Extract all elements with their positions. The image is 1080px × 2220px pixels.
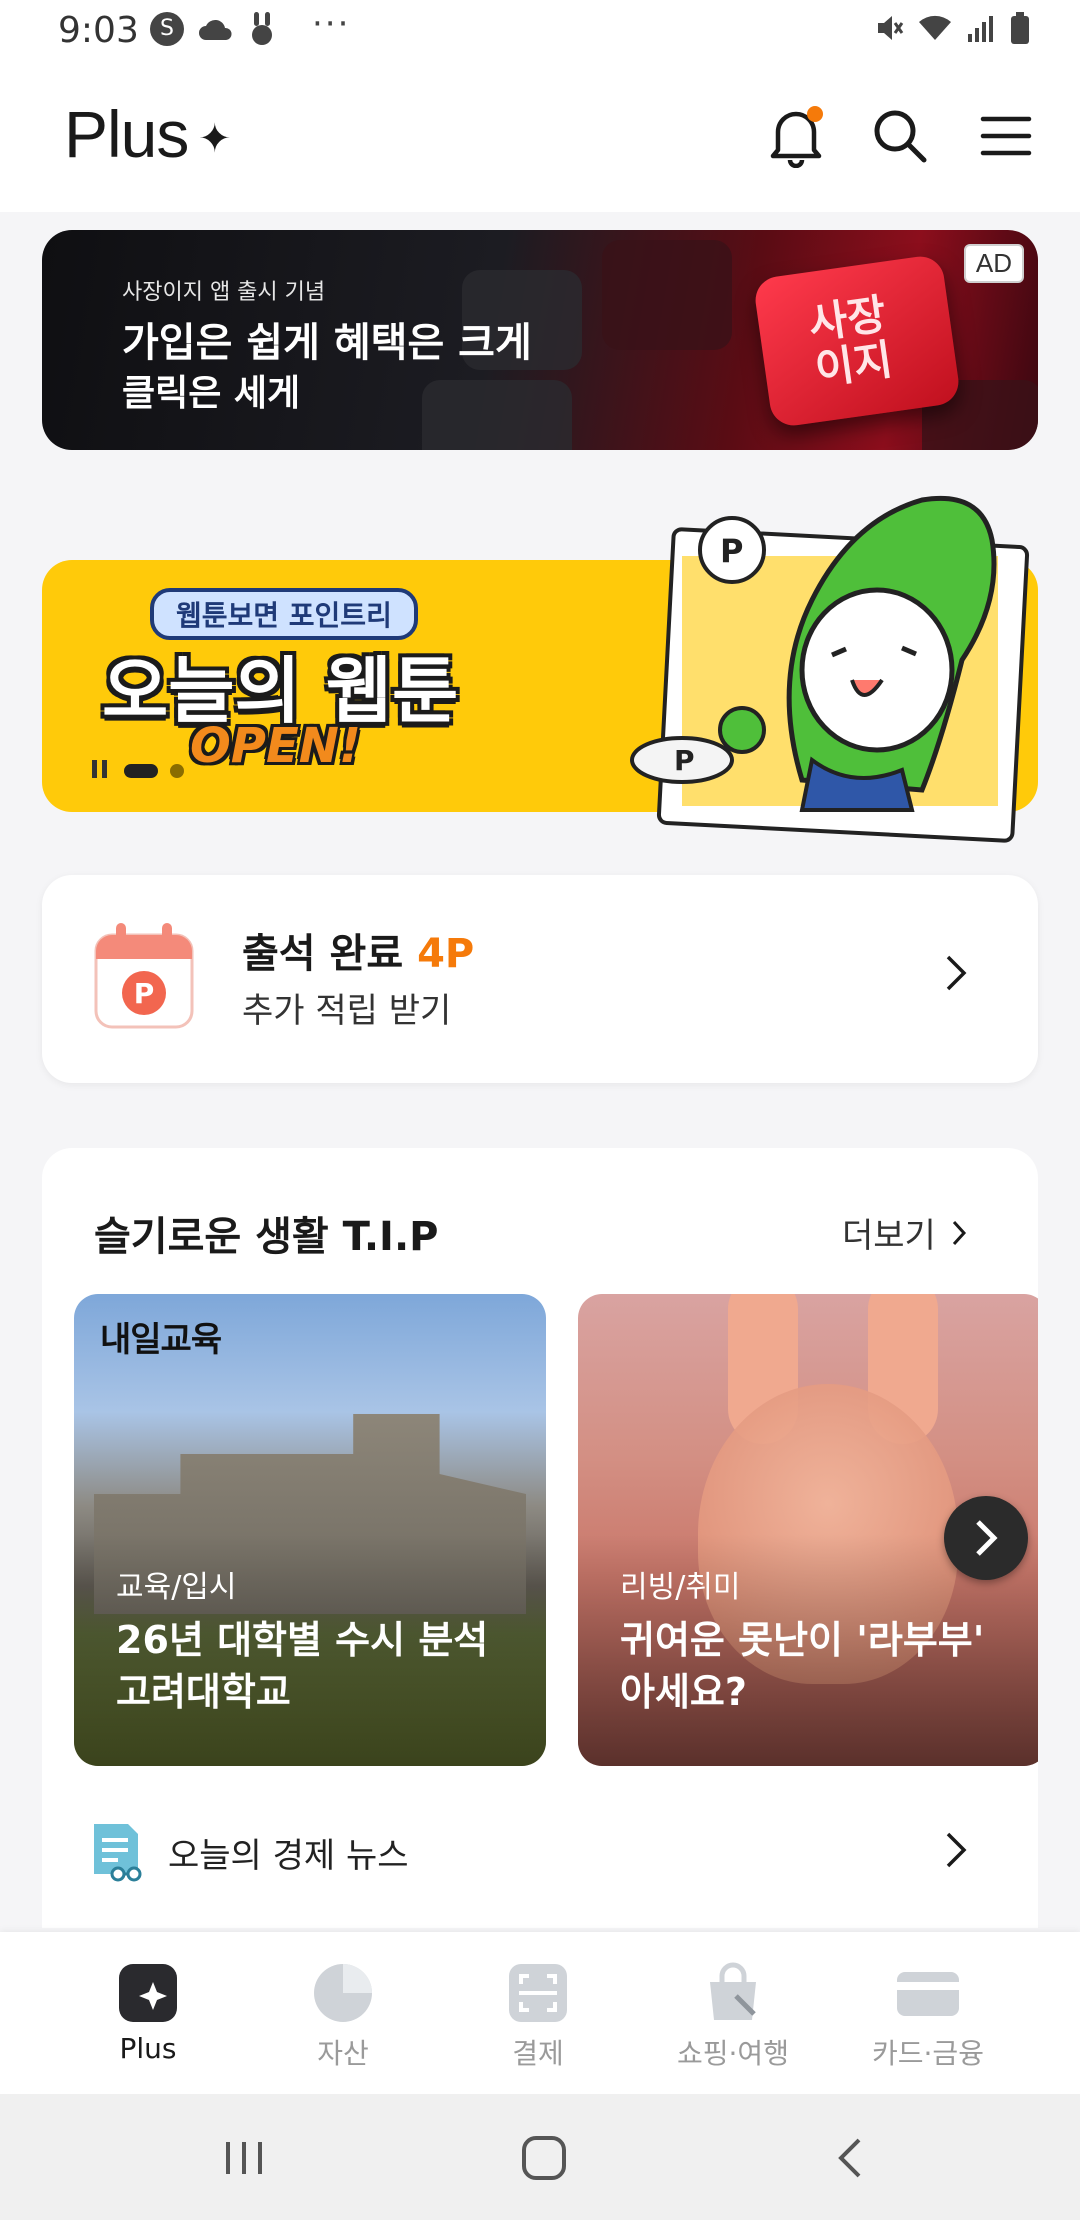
notification-button[interactable] <box>760 100 832 172</box>
tip-headline: 귀여운 못난이 '라부부' 아세요? <box>620 1618 985 1714</box>
nav-assets[interactable]: 자산 <box>253 1962 433 2072</box>
sparkle-icon: ✦ <box>198 116 232 162</box>
bottom-navigation: Plus 자산 결제 쇼핑·여행 카드·금융 <box>0 1932 1080 2094</box>
back-icon <box>838 2138 861 2178</box>
tip-headline: 26년 대학별 수시 분석 고려대학교 <box>116 1618 489 1714</box>
status-more: ··· <box>312 4 351 44</box>
pause-icon[interactable] <box>92 760 112 782</box>
chevron-right-icon <box>952 1220 966 1245</box>
hamburger-icon <box>980 116 1032 156</box>
rabbit-icon <box>252 12 272 45</box>
app-header: Plus ✦ <box>0 62 1080 212</box>
ad-headline: 가입은 쉽게 혜택은 크게 <box>122 320 532 366</box>
nav-shopping-travel[interactable]: 쇼핑·여행 <box>643 1962 823 2072</box>
home-icon <box>522 2136 566 2180</box>
mute-icon <box>878 16 904 40</box>
newspaper-icon <box>94 1824 142 1882</box>
search-icon <box>874 110 927 163</box>
system-navigation-bar <box>0 2094 1080 2220</box>
bell-icon <box>770 106 823 168</box>
news-label: 오늘의 경제 뉴스 <box>168 1836 409 1876</box>
tips-more-link[interactable]: 더보기 <box>842 1208 968 1257</box>
tips-section: 슬기로운 생활 T.I.P 더보기 내일교육 교육/입시 26년 대학별 수시 … <box>42 1148 1038 1928</box>
scan-icon <box>509 1964 567 2022</box>
tip-category: 리빙/취미 <box>620 1570 741 1605</box>
search-button[interactable] <box>864 100 936 172</box>
signal-icon <box>968 16 993 42</box>
s-app-icon: S <box>150 12 184 46</box>
pager-dot <box>170 764 184 778</box>
ad-banner[interactable]: 사장 이지 사장이지 앱 출시 기념 가입은 쉽게 혜택은 크게 클릭은 세게 A… <box>42 230 1038 450</box>
back-button[interactable] <box>810 2128 890 2188</box>
svg-text:P: P <box>720 532 743 570</box>
ad-key-text: 사장 이지 <box>805 289 896 394</box>
tip-category: 교육/입시 <box>116 1570 237 1605</box>
economy-news-row[interactable]: 오늘의 경제 뉴스 <box>42 1800 1038 1900</box>
menu-button[interactable] <box>970 100 1042 172</box>
svg-text:P: P <box>134 977 155 1010</box>
ad-badge: AD <box>963 244 1024 283</box>
mascot-illustration: P P <box>630 495 997 812</box>
chevron-right-icon <box>946 955 967 991</box>
pie-chart-icon <box>314 1964 372 2022</box>
recent-apps-button[interactable] <box>204 2128 284 2188</box>
webtoon-open: OPEN! <box>190 718 361 774</box>
tip-card-education[interactable]: 내일교육 교육/입시 26년 대학별 수시 분석 고려대학교 <box>74 1294 546 1766</box>
attendance-card[interactable]: P 출석 완료 4P 추가 적립 받기 <box>42 875 1038 1083</box>
status-right-icons <box>874 12 1030 44</box>
tips-title: 슬기로운 생활 T.I.P <box>94 1214 439 1260</box>
webtoon-banner[interactable]: P P 웹툰보면 포인트리 오늘의 웹툰 OPEN! <box>42 495 1038 844</box>
plus-sparkle-icon <box>119 1964 177 2022</box>
chevron-right-icon <box>976 1520 998 1556</box>
status-bar: 9:03 S ··· <box>0 0 1080 62</box>
chevron-right-icon <box>946 1832 967 1868</box>
ad-headline-2: 클릭은 세게 <box>122 373 301 414</box>
svg-text:P: P <box>674 744 695 777</box>
calendar-icon: P <box>94 923 194 1029</box>
shopping-bag-icon <box>710 1962 756 2020</box>
battery-icon <box>1011 12 1029 44</box>
credit-card-icon <box>897 1972 959 2016</box>
carousel-next-button[interactable] <box>944 1496 1028 1580</box>
nav-plus[interactable]: Plus <box>58 1962 238 2065</box>
attendance-subtitle: 추가 적립 받기 <box>242 991 452 1031</box>
nav-card-finance[interactable]: 카드·금융 <box>838 1962 1018 2072</box>
recent-apps-icon <box>226 2142 262 2174</box>
attendance-points: 4P <box>417 931 475 977</box>
status-left-icons: S <box>150 12 276 46</box>
ad-subtitle: 사장이지 앱 출시 기념 <box>122 280 326 305</box>
home-button[interactable] <box>504 2128 584 2188</box>
app-logo: Plus <box>64 97 189 171</box>
nav-payment[interactable]: 결제 <box>448 1962 628 2072</box>
tip-brand: 내일교육 <box>100 1320 222 1360</box>
carousel-pager[interactable] <box>92 760 184 782</box>
wifi-icon <box>919 15 951 41</box>
status-time: 9:03 <box>58 10 139 51</box>
attendance-title: 출석 완료 4P <box>242 931 475 977</box>
cloud-icon <box>199 19 232 40</box>
pager-dot-active <box>124 764 158 778</box>
